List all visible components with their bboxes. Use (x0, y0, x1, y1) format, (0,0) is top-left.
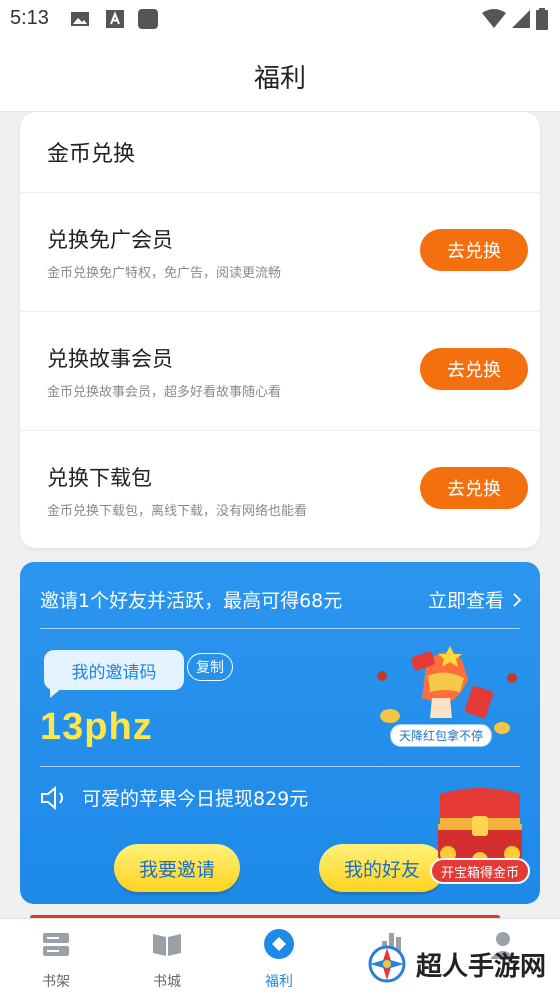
wifi-icon (482, 9, 506, 28)
tab-label: 书架 (42, 974, 70, 990)
welfare-icon (264, 929, 294, 959)
tab-label: 福利 (265, 974, 293, 990)
status-bar: 5:13 (0, 0, 560, 38)
exchange-item-desc: 金币兑换下载包，离线下载，没有网络也能看 (47, 504, 308, 519)
treasure-chest-label: 开宝箱得金币 (430, 858, 530, 884)
watermark-logo-icon (368, 945, 406, 983)
red-packet-illustration: 天降红包拿不停 (372, 642, 522, 752)
text-notification-icon (106, 10, 124, 28)
exchange-row-ad-free: 兑换免广会员 金币兑换免广特权，免广告，阅读更流畅 去兑换 (20, 193, 540, 312)
tab-label: 书城 (153, 974, 181, 990)
tab-bookstore[interactable]: 书城 (132, 927, 202, 991)
exchange-download-button[interactable]: 去兑换 (420, 467, 528, 509)
battery-icon (536, 8, 548, 30)
watermark-text: 超人手游网 (416, 951, 547, 982)
treasure-chest-icon (438, 788, 522, 868)
exchange-story-button[interactable]: 去兑换 (420, 348, 528, 390)
site-watermark: 超人手游网 (364, 944, 546, 984)
invite-friends-button[interactable]: 我要邀请 (114, 844, 240, 892)
exchange-item-desc: 金币兑换故事会员，超多好看故事随心看 (47, 385, 282, 400)
divider (40, 766, 520, 767)
speaker-icon (41, 785, 63, 810)
app-notification-icon (138, 9, 158, 29)
exchange-row-story: 兑换故事会员 金币兑换故事会员，超多好看故事随心看 去兑换 (20, 312, 540, 431)
chevron-right-icon (513, 592, 522, 607)
coin-exchange-title: 金币兑换 (20, 112, 540, 193)
exchange-row-download: 兑换下载包 金币兑换下载包，离线下载，没有网络也能看 去兑换 (20, 431, 540, 550)
copy-button[interactable]: 复制 (187, 653, 233, 681)
exchange-item-title: 兑换下载包 (47, 466, 152, 490)
view-more-label: 立即查看 (427, 590, 504, 612)
tab-welfare[interactable]: 福利 (244, 927, 314, 991)
book-icon (153, 934, 181, 956)
treasure-chest-widget[interactable]: 开宝箱得金币 (428, 788, 532, 886)
my-friends-button[interactable]: 我的好友 (319, 844, 445, 892)
tab-bookshelf[interactable]: 书架 (21, 927, 91, 991)
withdraw-notice-text: 可爱的苹果今日提现829元 (82, 788, 309, 810)
signal-icon (512, 10, 530, 28)
page-title: 福利 (253, 64, 306, 94)
view-more-link[interactable]: 立即查看 (428, 586, 522, 613)
exchange-ad-free-button[interactable]: 去兑换 (420, 229, 528, 271)
bookshelf-icon (43, 933, 69, 956)
promo-badge: 天降红包拿不停 (390, 724, 493, 747)
title-bar: 福利 (0, 38, 560, 112)
coin-exchange-card: 金币兑换 兑换免广会员 金币兑换免广特权，免广告，阅读更流畅 去兑换 兑换故事会… (20, 112, 540, 548)
exchange-item-title: 兑换故事会员 (47, 347, 173, 371)
divider (40, 628, 520, 629)
gallery-notification-icon (71, 12, 89, 26)
invite-headline: 邀请1个好友并活跃，最高可得68元 (40, 590, 343, 612)
invite-code: 13phz (40, 706, 153, 748)
status-time: 5:13 (10, 7, 49, 29)
invite-code-label: 我的邀请码 (44, 650, 184, 698)
exchange-item-title: 兑换免广会员 (47, 228, 173, 252)
withdraw-notice: 可爱的苹果今日提现829元 (40, 784, 308, 811)
exchange-item-desc: 金币兑换免广特权，免广告，阅读更流畅 (47, 266, 282, 281)
